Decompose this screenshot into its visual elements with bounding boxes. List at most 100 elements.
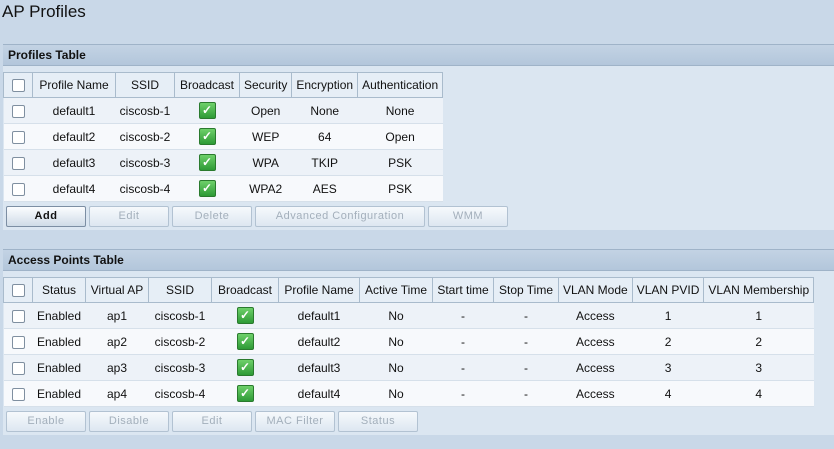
- row-select-checkbox: [3, 380, 33, 407]
- select-all-aps-checkbox[interactable]: [3, 277, 33, 303]
- ssid-cell: ciscosb-3: [115, 149, 175, 176]
- broadcast-cell: ✓: [211, 328, 279, 355]
- security-cell: Open: [239, 97, 292, 124]
- profile-name-cell: default1: [278, 302, 360, 329]
- edit-profile-button[interactable]: Edit: [89, 206, 169, 227]
- encryption-cell: AES: [291, 175, 358, 202]
- row-select-checkbox: [3, 123, 33, 150]
- checkmark-icon: ✓: [236, 307, 254, 324]
- checkmark-icon: ✓: [198, 128, 216, 145]
- ssid-cell: ciscosb-4: [148, 380, 212, 407]
- col-vlan-mode[interactable]: VLAN Mode: [558, 277, 633, 303]
- virtual-ap-cell: ap1: [85, 302, 149, 329]
- row-select-checkbox: [3, 302, 33, 329]
- table-row[interactable]: Enabled ap3 ciscosb-3 ✓ default3 No - - Access 3 3: [3, 354, 814, 381]
- select-all-profiles-checkbox[interactable]: [3, 72, 33, 98]
- col-broadcast[interactable]: Broadcast: [174, 72, 240, 98]
- vlan-mode-cell: Access: [558, 380, 633, 407]
- profile-name-cell: default4: [278, 380, 360, 407]
- encryption-cell: TKIP: [291, 149, 358, 176]
- status-cell: Enabled: [32, 328, 86, 355]
- broadcast-cell: ✓: [174, 149, 240, 176]
- checkmark-icon: ✓: [198, 102, 216, 119]
- col-active-time[interactable]: Active Time: [359, 277, 433, 303]
- checkmark-icon: ✓: [236, 385, 254, 402]
- disable-button[interactable]: Disable: [89, 411, 169, 432]
- add-button[interactable]: Add: [6, 206, 86, 227]
- ssid-cell: ciscosb-1: [148, 302, 212, 329]
- status-button[interactable]: Status: [338, 411, 418, 432]
- row-checkbox[interactable]: [11, 182, 25, 196]
- edit-ap-button[interactable]: Edit: [172, 411, 252, 432]
- security-cell: WPA: [239, 149, 292, 176]
- vlan-membership-cell: 2: [703, 328, 814, 355]
- col-vlan-pvid[interactable]: VLAN PVID: [631, 277, 705, 303]
- row-checkbox[interactable]: [11, 130, 25, 144]
- col-security[interactable]: Security: [238, 72, 293, 98]
- stop-time-cell: -: [493, 328, 559, 355]
- encryption-cell: 64: [291, 123, 358, 150]
- status-cell: Enabled: [32, 380, 86, 407]
- checkmark-icon: ✓: [236, 333, 254, 350]
- vlan-pvid-cell: 3: [632, 354, 704, 381]
- start-time-cell: -: [432, 302, 494, 329]
- col-stop-time[interactable]: Stop Time: [493, 277, 559, 303]
- profiles-panel: Profiles Table Profile Name SSID Broadca…: [3, 44, 834, 230]
- ap-button-bar: Enable Disable Edit MAC Filter Status: [3, 409, 834, 433]
- col-profile-name[interactable]: Profile Name: [32, 72, 116, 98]
- broadcast-cell: ✓: [211, 380, 279, 407]
- row-checkbox[interactable]: [11, 156, 25, 170]
- table-row[interactable]: default3 ciscosb-3 ✓ WPA TKIP PSK: [3, 149, 443, 176]
- profile-name-cell: default3: [32, 149, 116, 176]
- delete-button[interactable]: Delete: [172, 206, 252, 227]
- start-time-cell: -: [432, 380, 494, 407]
- security-cell: WPA2: [239, 175, 292, 202]
- ssid-cell: ciscosb-3: [148, 354, 212, 381]
- table-row[interactable]: default2 ciscosb-2 ✓ WEP 64 Open: [3, 123, 443, 150]
- col-ap-profile-name[interactable]: Profile Name: [278, 277, 360, 303]
- col-vlan-membership[interactable]: VLAN Membership: [703, 277, 815, 303]
- profile-name-cell: default4: [32, 175, 116, 202]
- authentication-cell: None: [357, 97, 443, 124]
- virtual-ap-cell: ap3: [85, 354, 149, 381]
- col-ap-ssid[interactable]: SSID: [148, 277, 212, 303]
- start-time-cell: -: [432, 328, 494, 355]
- col-authentication[interactable]: Authentication: [357, 72, 444, 98]
- col-status[interactable]: Status: [32, 277, 86, 303]
- row-checkbox[interactable]: [11, 387, 25, 401]
- ssid-cell: ciscosb-1: [115, 97, 175, 124]
- access-points-table-title: Access Points Table: [3, 249, 834, 271]
- ap-header-row: Status Virtual AP SSID Broadcast Profile…: [3, 277, 815, 303]
- profile-name-cell: default3: [278, 354, 360, 381]
- row-select-checkbox: [3, 175, 33, 202]
- table-row[interactable]: Enabled ap1 ciscosb-1 ✓ default1 No - - Access 1 1: [3, 302, 814, 329]
- col-start-time[interactable]: Start time: [432, 277, 494, 303]
- enable-button[interactable]: Enable: [6, 411, 86, 432]
- vlan-mode-cell: Access: [558, 354, 633, 381]
- mac-filter-button[interactable]: MAC Filter: [255, 411, 335, 432]
- encryption-cell: None: [291, 97, 358, 124]
- col-virtual-ap[interactable]: Virtual AP: [85, 277, 149, 303]
- security-cell: WEP: [239, 123, 292, 150]
- row-checkbox[interactable]: [11, 361, 25, 375]
- table-row[interactable]: default1 ciscosb-1 ✓ Open None None: [3, 97, 443, 124]
- checkmark-icon: ✓: [236, 359, 254, 376]
- vlan-membership-cell: 3: [703, 354, 814, 381]
- col-ap-broadcast[interactable]: Broadcast: [211, 277, 279, 303]
- table-row[interactable]: Enabled ap4 ciscosb-4 ✓ default4 No - - Access 4 4: [3, 380, 814, 407]
- row-checkbox[interactable]: [11, 309, 25, 323]
- active-time-cell: No: [359, 380, 433, 407]
- table-row[interactable]: Enabled ap2 ciscosb-2 ✓ default2 No - - Access 2 2: [3, 328, 814, 355]
- authentication-cell: Open: [357, 123, 443, 150]
- row-checkbox[interactable]: [11, 335, 25, 349]
- table-row[interactable]: default4 ciscosb-4 ✓ WPA2 AES PSK: [3, 175, 443, 202]
- row-checkbox[interactable]: [11, 104, 25, 118]
- stop-time-cell: -: [493, 354, 559, 381]
- col-ssid[interactable]: SSID: [115, 72, 175, 98]
- row-select-checkbox: [3, 97, 33, 124]
- wmm-button[interactable]: WMM: [428, 206, 508, 227]
- advanced-configuration-button[interactable]: Advanced Configuration: [255, 206, 425, 227]
- broadcast-cell: ✓: [211, 354, 279, 381]
- profiles-header-row: Profile Name SSID Broadcast Security Enc…: [3, 72, 444, 98]
- col-encryption[interactable]: Encryption: [291, 72, 359, 98]
